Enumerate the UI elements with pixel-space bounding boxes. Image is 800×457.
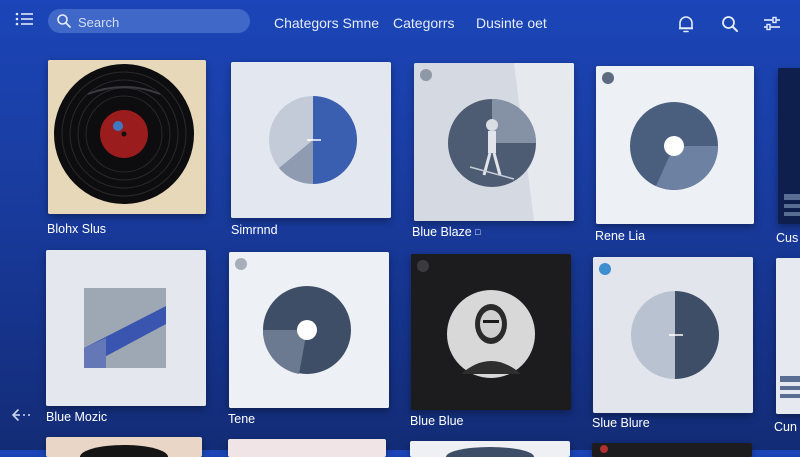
- album-title: Blue Mozic: [46, 410, 108, 424]
- album-cover: [411, 254, 571, 410]
- nav-link-categorrs[interactable]: Categorrs: [393, 15, 454, 31]
- search-bar[interactable]: [48, 9, 250, 33]
- album-cover: [593, 257, 753, 413]
- album-cover: [414, 63, 574, 221]
- bell-icon[interactable]: [676, 14, 696, 34]
- nav-link-chategors-smne[interactable]: Chategors Smne: [274, 15, 379, 31]
- album-cover-partial[interactable]: [228, 439, 386, 457]
- album-cover: [231, 62, 391, 218]
- album-title: Simrnnd: [231, 223, 278, 237]
- album-title: Cus: [776, 231, 799, 245]
- album-cover-partial[interactable]: [46, 437, 202, 457]
- top-bar: Chategors Smne Categorrs Dusinte oet: [0, 0, 800, 44]
- album-title: Slue Blure: [592, 416, 650, 430]
- album-cover: [46, 250, 206, 406]
- menu-icon[interactable]: [14, 10, 36, 28]
- album-title: Rene Lia: [595, 229, 646, 243]
- search-input[interactable]: [76, 11, 245, 33]
- album-cover: [229, 252, 389, 408]
- album-title: Blue Blue: [410, 414, 464, 428]
- nav-link-dusinte-oet[interactable]: Dusinte oet: [476, 15, 547, 31]
- album-cover-partial[interactable]: [592, 443, 752, 457]
- sliders-icon[interactable]: [762, 14, 782, 34]
- album-cover: [48, 60, 206, 214]
- album-cover: [778, 68, 800, 224]
- search-icon: [56, 13, 72, 29]
- album-title: Cun: [774, 420, 797, 434]
- album-cover: [776, 258, 800, 414]
- album-badge: □: [475, 227, 481, 237]
- album-title: Blohx Slus: [47, 222, 107, 236]
- album-title: Blue Blaze: [412, 225, 472, 239]
- album-title: Tene: [228, 412, 256, 426]
- album-cover-partial[interactable]: [410, 441, 570, 457]
- album-cover: [596, 66, 754, 224]
- header-search-icon[interactable]: [720, 14, 740, 34]
- back-arrow-icon[interactable]: [10, 406, 32, 424]
